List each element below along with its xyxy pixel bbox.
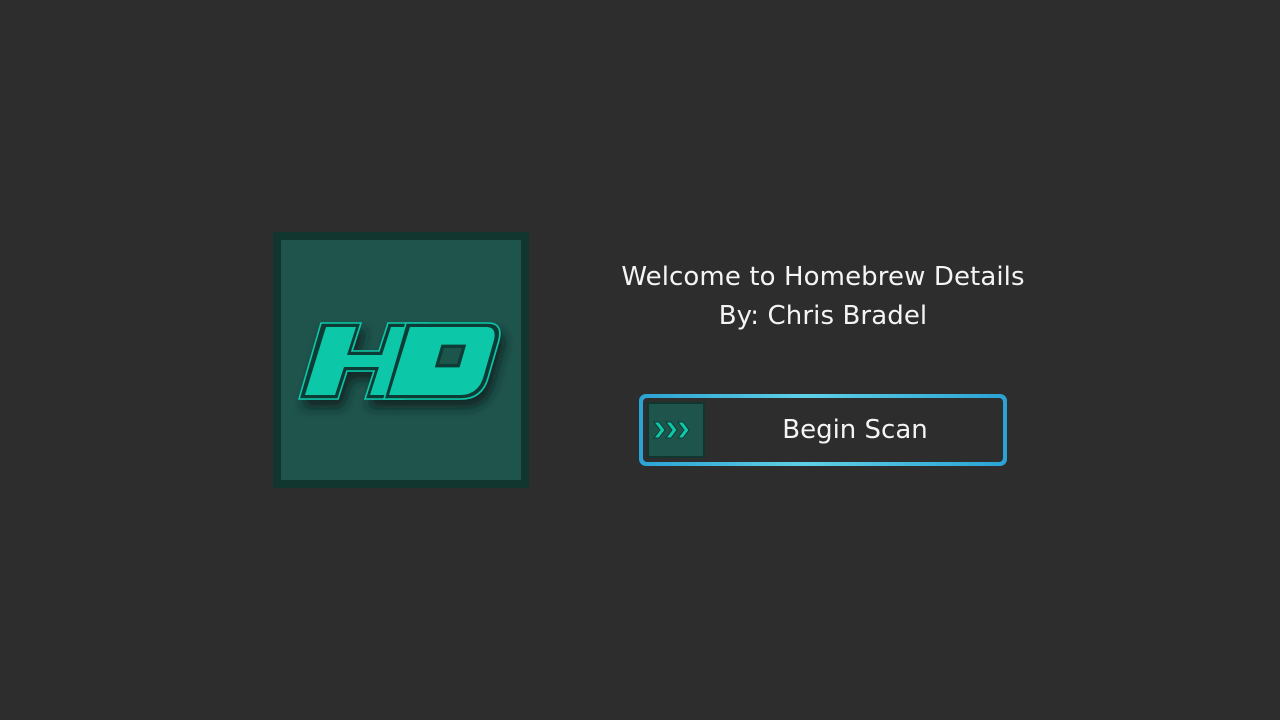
hd-logo-icon [297, 322, 501, 400]
welcome-screen: Welcome to Homebrew Details By: Chris Br… [0, 0, 1280, 720]
welcome-title: Welcome to Homebrew Details [621, 262, 1025, 292]
welcome-text-block: Welcome to Homebrew Details By: Chris Br… [580, 258, 1066, 336]
app-logo-tile [273, 232, 529, 488]
begin-scan-button-body[interactable]: Begin Scan [643, 398, 1003, 462]
begin-scan-label: Begin Scan [782, 415, 928, 445]
app-logo-background [281, 240, 521, 480]
begin-scan-button[interactable]: Begin Scan [639, 394, 1007, 466]
triple-chevron-right-icon [653, 421, 690, 439]
author-credit: By: Chris Bradel [718, 301, 928, 331]
scan-icon-box [647, 402, 705, 458]
